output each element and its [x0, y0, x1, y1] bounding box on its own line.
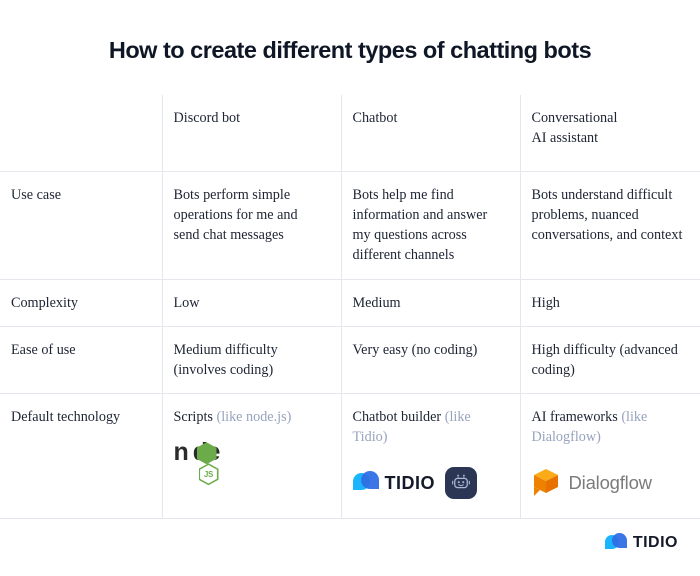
cell-tech-chatbot-main: Chatbot builder	[352, 409, 445, 426]
column-header-conversational-ai-assistant: Conversational AI assistant	[520, 95, 700, 172]
row-label-complexity: Complexity	[0, 279, 163, 327]
nodejs-badge-text: JS	[203, 469, 214, 479]
cell-ease-chatbot: Very easy (no coding)	[341, 326, 521, 395]
column-header-line1: Conversational	[531, 110, 618, 126]
dialogflow-cube-icon	[533, 469, 558, 497]
cell-tech-discord: Scripts (like node.js) n de JS	[162, 393, 342, 520]
column-header-chatbot: Chatbot	[341, 95, 521, 172]
robot-icon	[452, 474, 470, 489]
cell-tech-discord-muted: (like node.js)	[216, 409, 292, 426]
table-row: Ease of use Medium difficulty (involves …	[0, 326, 700, 395]
table-row: Use case Bots perform simple operations …	[0, 171, 700, 280]
footer-tidio-mark-icon	[604, 532, 627, 554]
tidio-mark-icon	[352, 470, 379, 496]
tidio-wordmark: TIDIO	[384, 472, 435, 493]
tidio-logo: TIDIO	[352, 470, 436, 496]
cell-tech-ai-main: AI frameworks	[531, 409, 622, 426]
logo-row-discord: n de JS	[174, 440, 327, 486]
cell-complexity-chatbot: Medium	[341, 279, 521, 327]
row-label-use-case: Use case	[0, 171, 163, 280]
column-header-blank	[0, 95, 163, 172]
cell-use-case-discord: Bots perform simple operations for me an…	[162, 171, 342, 280]
cell-tech-chatbot: Chatbot builder (like Tidio) TIDIO	[341, 393, 521, 520]
cell-use-case-ai-assistant: Bots understand difficult problems, nuan…	[520, 171, 700, 280]
column-header-discord-bot: Discord bot	[162, 95, 342, 172]
table-header: Discord bot Chatbot Conversational AI as…	[0, 95, 700, 172]
cell-tech-discord-main: Scripts	[173, 409, 217, 426]
table-header-row: Discord bot Chatbot Conversational AI as…	[0, 95, 700, 172]
row-label-default-technology: Default technology	[0, 393, 163, 520]
cell-use-case-chatbot: Bots help me find information and answer…	[341, 171, 521, 280]
logo-row-chatbot: TIDIO	[352, 461, 506, 505]
nodejs-js-badge-icon: JS	[198, 463, 219, 486]
dialogflow-logo: Dialogflow	[532, 467, 652, 499]
nodejs-logo: n de JS	[174, 440, 260, 486]
cell-ease-ai-assistant: High difficulty (advanced coding)	[520, 326, 700, 395]
table-row: Default technology Scripts (like node.js…	[0, 393, 700, 520]
cell-complexity-ai-assistant: High	[520, 279, 700, 327]
row-label-ease-of-use: Ease of use	[0, 326, 163, 395]
comparison-table-wrapper: Discord bot Chatbot Conversational AI as…	[0, 95, 700, 520]
cell-complexity-discord: Low	[162, 279, 342, 327]
comparison-table: Discord bot Chatbot Conversational AI as…	[0, 95, 700, 520]
logo-row-ai-assistant: Dialogflow	[532, 461, 687, 505]
robot-badge	[445, 467, 477, 500]
tidio-circle-shape	[360, 471, 379, 490]
footer-tidio-wordmark: TIDIO	[632, 534, 678, 551]
cell-tech-ai-assistant: AI frameworks (like Dialogflow) Dialogfl…	[520, 393, 700, 520]
cell-ease-discord: Medium difficulty (involves coding)	[162, 326, 342, 395]
table-row: Complexity Low Medium High	[0, 279, 700, 327]
column-header-line2: AI assistant	[531, 130, 599, 147]
table-body: Use case Bots perform simple operations …	[0, 171, 700, 520]
page-title: How to create different types of chattin…	[108, 37, 592, 63]
footer-brand: TIDIO	[604, 532, 678, 554]
footer-tidio-circle-shape	[611, 533, 627, 548]
dialogflow-wordmark: Dialogflow	[568, 472, 653, 494]
